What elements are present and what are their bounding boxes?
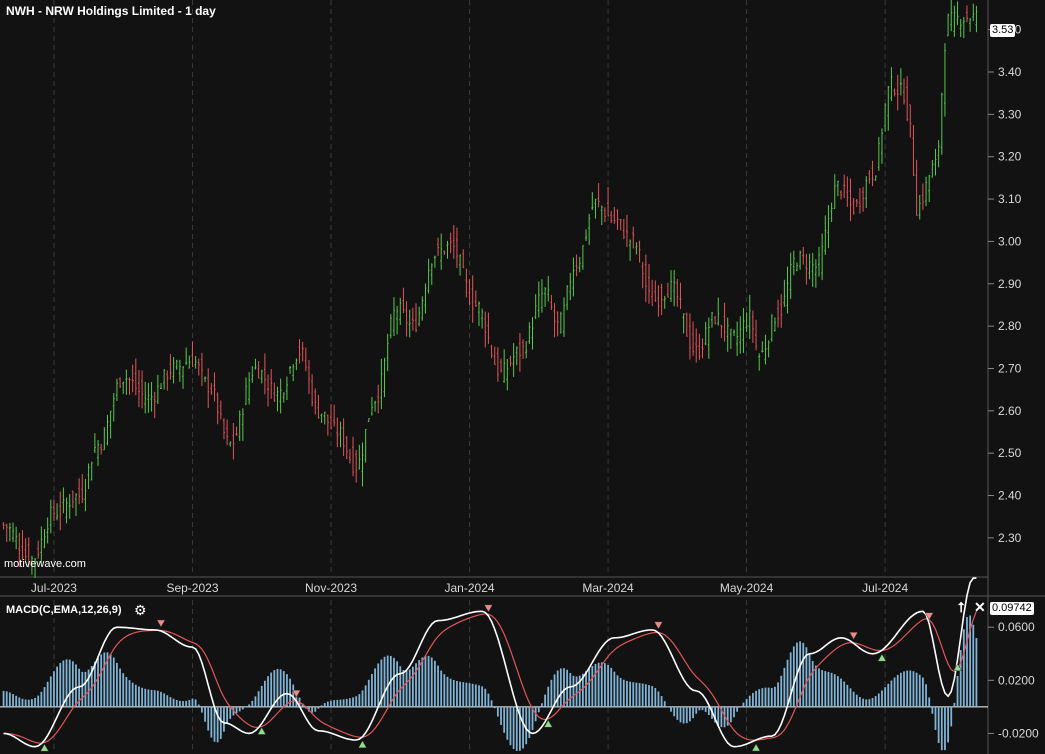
- y-tick-label: 2.60: [998, 404, 1022, 418]
- y-tick-label: 2.90: [998, 277, 1022, 291]
- chart-canvas: Jul-2023 Sep-2023 Nov-2023 Jan-2024 Mar-2024…: [0, 0, 1045, 754]
- buy-signal-marker: [257, 726, 267, 735]
- signal-line: [3, 610, 977, 744]
- y-tick-label: 2.70: [998, 361, 1022, 375]
- chart-title: NWH - NRW Holdings Limited - 1 day: [6, 4, 216, 18]
- sell-signal-marker: [849, 632, 859, 640]
- y-tick-label: 3.00: [998, 234, 1022, 248]
- gear-icon[interactable]: ⚙: [134, 602, 147, 619]
- x-tick-label: Jan-2024: [445, 581, 495, 595]
- sell-signal-marker: [483, 604, 493, 613]
- y-tick-label: 2.80: [998, 319, 1022, 333]
- y-tick-label: 2.40: [998, 489, 1022, 503]
- buy-signal-marker: [358, 740, 367, 749]
- watermark: motivewave.com: [4, 558, 86, 570]
- macd-y-tick-label: -0.0200: [998, 726, 1039, 740]
- x-tick-label: Sep-2023: [166, 581, 218, 595]
- y-tick-label: 2.50: [998, 446, 1022, 460]
- y-tick-label: 3.40: [998, 65, 1022, 79]
- last-macd-badge: 0.09742: [990, 602, 1034, 615]
- y-tick-label: 3.30: [998, 107, 1022, 121]
- arrow-up-icon[interactable]: ⭡: [958, 599, 965, 616]
- x-tick-label: Jul-2023: [31, 581, 77, 595]
- sell-signal-marker: [654, 621, 663, 630]
- buy-signal-marker: [751, 743, 761, 752]
- macd-label: MACD(C,EMA,12,26,9): [6, 604, 122, 616]
- last-price-badge: 3.53: [990, 24, 1016, 37]
- x-tick-label: Nov-2023: [305, 581, 357, 595]
- x-tick-label: May-2024: [720, 581, 774, 595]
- y-tick-label: 3.10: [998, 192, 1022, 206]
- sell-signal-marker: [156, 619, 166, 628]
- y-tick-label: 2.30: [998, 531, 1022, 545]
- buy-signal-marker: [40, 743, 49, 752]
- y-tick-label: 3.20: [998, 150, 1022, 164]
- macd-y-tick-label: 0.0600: [998, 620, 1035, 634]
- macd-y-tick-label: 0.0200: [998, 673, 1035, 687]
- macd-line: [3, 577, 977, 748]
- x-tick-label: Jul-2024: [862, 581, 908, 595]
- x-tick-label: Mar-2024: [582, 581, 634, 595]
- close-icon[interactable]: ✕: [974, 599, 986, 616]
